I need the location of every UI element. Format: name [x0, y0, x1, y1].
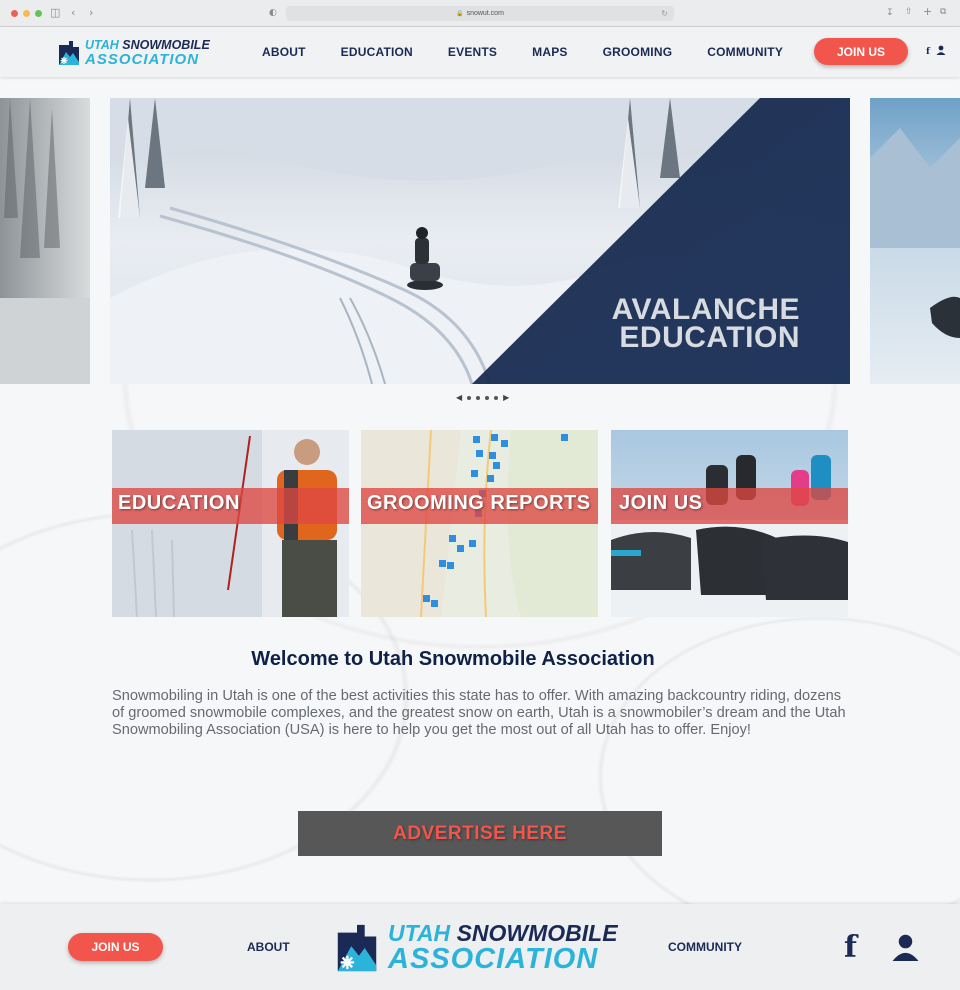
- back-arrow-icon[interactable]: ‹: [71, 6, 75, 19]
- address-bar-url: snowut.com: [466, 10, 504, 17]
- tile-grooming-reports-label: GROOMING REPORTS: [367, 492, 591, 514]
- hero-title-line2: EDUCATION: [619, 321, 800, 354]
- carousel-dot-1[interactable]: [467, 395, 472, 400]
- forward-arrow-icon[interactable]: ›: [89, 6, 93, 19]
- footer-logo-text-association: ASSOCIATION: [388, 943, 599, 975]
- footer-join-button[interactable]: JOIN US: [68, 933, 163, 961]
- carousel-dot-2[interactable]: [476, 395, 481, 400]
- footer-user-account-icon[interactable]: [892, 934, 919, 966]
- tile-join-us[interactable]: JOIN US: [611, 430, 848, 617]
- address-bar[interactable]: 🔒 snowut.com ↻: [286, 6, 674, 21]
- tile-education[interactable]: EDUCATION: [112, 430, 349, 617]
- header-join-button[interactable]: JOIN US: [814, 38, 908, 65]
- footer-about-link[interactable]: ABOUT: [247, 940, 290, 954]
- new-tab-icon[interactable]: +: [923, 5, 932, 18]
- nav-maps[interactable]: MAPS: [532, 45, 567, 59]
- lock-icon: 🔒: [456, 11, 464, 17]
- nav-about[interactable]: ABOUT: [262, 45, 306, 59]
- tab-overview-icon[interactable]: ⧉: [940, 7, 946, 17]
- tile-join-us-label: JOIN US: [619, 492, 703, 514]
- nav-grooming[interactable]: GROOMING: [603, 45, 673, 59]
- site-header: UTAH SNOWMOBILE ASSOCIATION ABOUT EDUCAT…: [0, 27, 960, 77]
- logo-mountain-icon: [58, 40, 80, 66]
- main-nav: ABOUT EDUCATION EVENTS MAPS GROOMING COM…: [262, 27, 783, 77]
- welcome-heading: Welcome to Utah Snowmobile Association: [251, 648, 655, 670]
- logo-text-association: ASSOCIATION: [85, 50, 200, 68]
- facebook-icon[interactable]: f: [926, 47, 930, 57]
- advertise-here-banner[interactable]: ADVERTISE HERE: [298, 811, 662, 856]
- logo-text-snowmobile: SNOWMOBILE: [122, 38, 210, 52]
- carousel-controls: ◀ ▶: [456, 393, 509, 402]
- maximize-window-button[interactable]: [35, 10, 42, 17]
- carousel-prev-slide[interactable]: [0, 98, 90, 384]
- sidebar-toggle-icon[interactable]: ◫: [50, 6, 60, 19]
- carousel-dot-3[interactable]: [485, 395, 490, 400]
- downloads-icon[interactable]: ↧: [886, 8, 894, 18]
- footer-facebook-icon[interactable]: f: [844, 930, 857, 965]
- hero-slide[interactable]: AVALANCHE EDUCATION: [110, 98, 850, 384]
- welcome-paragraph: Snowmobiling in Utah is one of the best …: [112, 688, 846, 738]
- reload-icon[interactable]: ↻: [661, 6, 668, 21]
- user-account-icon[interactable]: [936, 45, 946, 57]
- tile-grooming-reports[interactable]: GROOMING REPORTS: [361, 430, 598, 617]
- carousel-next-icon[interactable]: ▶: [503, 393, 509, 402]
- site-footer: JOIN US ABOUT UTAH SNOWMOBILE ASSOCIATIO…: [0, 904, 960, 990]
- nav-community[interactable]: COMMUNITY: [707, 45, 783, 59]
- privacy-shield-icon[interactable]: ◐: [269, 8, 277, 18]
- carousel-dot-4[interactable]: [494, 395, 499, 400]
- carousel-prev-icon[interactable]: ◀: [456, 393, 462, 402]
- logo-text-utah: UTAH: [85, 38, 119, 52]
- site-logo[interactable]: UTAH SNOWMOBILE ASSOCIATION: [58, 39, 210, 67]
- nav-education[interactable]: EDUCATION: [341, 45, 413, 59]
- footer-logo[interactable]: UTAH SNOWMOBILE ASSOCIATION: [335, 922, 618, 974]
- browser-toolbar: ◫ ‹ › ◐ 🔒 snowut.com ↻ ↧ ⇧ + ⧉: [0, 0, 960, 27]
- nav-events[interactable]: EVENTS: [448, 45, 497, 59]
- share-icon[interactable]: ⇧: [905, 7, 913, 17]
- minimize-window-button[interactable]: [23, 10, 30, 17]
- close-window-button[interactable]: [11, 10, 18, 17]
- tile-education-label: EDUCATION: [118, 492, 240, 514]
- footer-community-link[interactable]: COMMUNITY: [668, 940, 742, 954]
- logo-mountain-icon: [335, 923, 379, 973]
- carousel-next-slide[interactable]: [870, 98, 960, 384]
- window-controls: [11, 10, 42, 17]
- hero-title-line1: AVALANCHE: [611, 293, 800, 326]
- hero-title: AVALANCHE EDUCATION: [611, 293, 800, 354]
